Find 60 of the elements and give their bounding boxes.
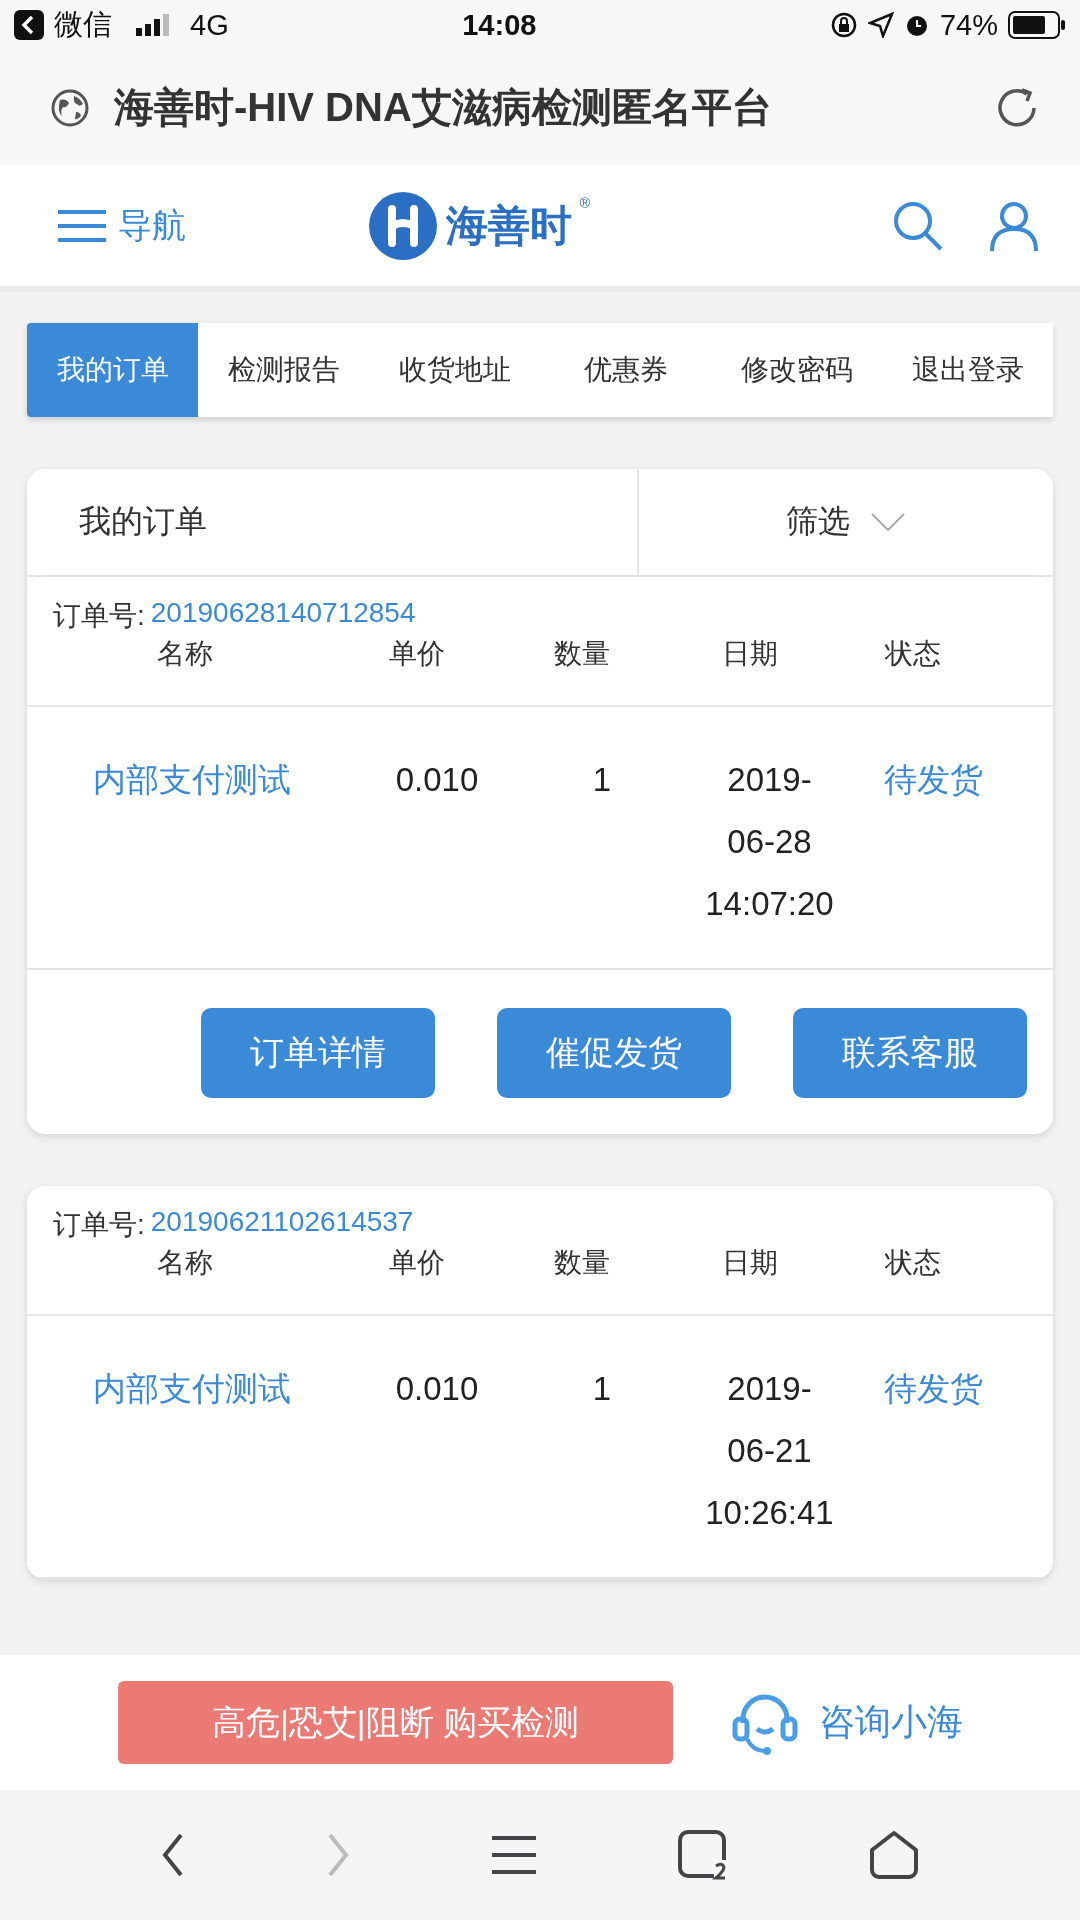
column-header: 状态 [884,1246,942,1280]
menu-icon [58,208,106,243]
back-app-label: 微信 [54,7,112,42]
column-header: 单价 [388,637,446,671]
column-header: 数量 [553,1246,611,1280]
column-header: 数量 [553,637,611,671]
consult-button[interactable]: 咨询小海 [723,1685,969,1760]
tab[interactable]: 优惠券 [540,323,711,417]
globe-icon [50,87,90,128]
column-header: 日期 [720,1246,779,1280]
home-button[interactable] [869,1830,920,1880]
back-icon [14,10,44,40]
quantity-cell-text: 1 [592,1369,612,1409]
tab[interactable]: 我的订单 [27,323,198,417]
price-cell-text: 0.010 [395,1369,479,1409]
battery-percent: 74% [939,8,998,42]
quantity-cell-text: 1 [592,760,612,800]
registered-mark: ® [579,194,591,211]
price-cell-text: 0.010 [395,760,479,800]
order-number-label: 订单号: [53,1208,145,1242]
battery-icon [1008,11,1066,39]
chevron-down-icon [870,512,906,532]
search-icon[interactable] [892,199,944,252]
order-action-button[interactable]: 联系客服 [793,1008,1027,1098]
logo-text: 海善时 [445,200,572,251]
column-header: 单价 [388,1246,446,1280]
user-icon[interactable] [988,199,1040,252]
signal-icon [136,14,172,36]
menu-button[interactable] [492,1835,536,1875]
status-cell-text: 待发货 [883,1369,983,1409]
page-title: 海善时-HIV DNA艾滋病检测匿名平台 [114,84,773,131]
status-cell-text: 待发货 [883,760,983,800]
column-header: 名称 [156,1246,214,1280]
rotation-lock-icon [829,11,858,39]
tab[interactable]: 收货地址 [369,323,540,417]
order-action-button[interactable]: 订单详情 [201,1008,435,1098]
order-action-button[interactable]: 催促发货 [497,1008,731,1098]
order-number-label: 订单号: [53,599,145,633]
windows-button[interactable] [677,1830,728,1880]
logo-icon [367,190,438,261]
column-header: 状态 [884,637,942,671]
location-icon [867,12,894,38]
order-number[interactable]: 20190628140712854 [150,597,416,635]
date-cell-text: 2019-06-28 14:07:20 [704,760,835,924]
network-label: 4G [190,8,229,42]
back-button[interactable] [160,1833,185,1877]
order-number[interactable]: 20190621102614537 [150,1206,414,1244]
product-link[interactable]: 内部支付测试 [93,1358,291,1577]
date-cell-text: 2019-06-21 10:26:41 [704,1369,835,1533]
tab[interactable]: 退出登录 [882,323,1053,417]
tab[interactable]: 检测报告 [198,323,369,417]
product-link[interactable]: 内部支付测试 [93,749,291,968]
column-header: 名称 [156,637,214,671]
nav-menu-button[interactable]: 导航 [58,202,186,249]
clock: 14:08 [461,8,538,42]
panel-title: 我的订单 [27,469,639,575]
filter-dropdown[interactable]: 筛选 [639,469,1053,575]
buy-test-button[interactable]: 高危|恐艾|阻断 购买检测 [118,1681,673,1764]
column-header: 日期 [720,637,779,671]
tab[interactable]: 修改密码 [711,323,882,417]
